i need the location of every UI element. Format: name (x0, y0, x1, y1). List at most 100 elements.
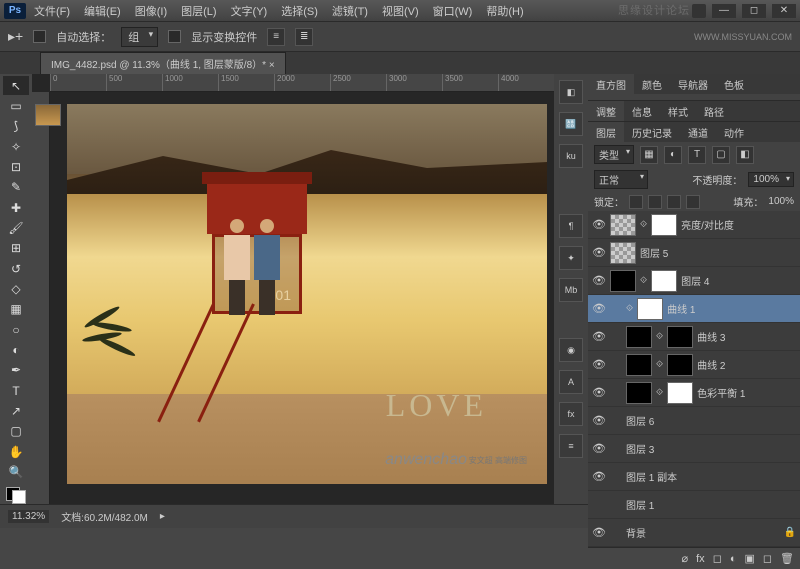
layer-row[interactable]: 👁 图层 6 (588, 407, 800, 435)
tab-swatches[interactable]: 色板 (716, 74, 752, 94)
layer-name[interactable]: 图层 1 副本 (626, 469, 796, 484)
zoom-tool[interactable]: 🔍 (3, 462, 29, 481)
mask-thumb[interactable] (667, 354, 693, 376)
maximize-button[interactable]: ◻ (742, 4, 766, 18)
pen-tool[interactable]: ✒ (3, 361, 29, 380)
wand-tool[interactable]: ✧ (3, 137, 29, 156)
stamp-tool[interactable]: ⊞ (3, 239, 29, 258)
layer-row[interactable]: 👁⟐亮度/对比度 (588, 211, 800, 239)
autoselect-dropdown[interactable]: 组 (121, 27, 158, 47)
layer-row[interactable]: 👁⟐曲线 3 (588, 323, 800, 351)
marquee-tool[interactable]: ▭ (3, 96, 29, 115)
brush-tool[interactable]: 🖌 (3, 218, 29, 237)
tab-styles[interactable]: 样式 (660, 101, 696, 121)
layer-row[interactable]: 图层 1 (588, 491, 800, 519)
minimize-button[interactable]: — (712, 4, 736, 18)
layer-name[interactable]: 曲线 3 (697, 329, 796, 344)
tab-layers[interactable]: 图层 (588, 122, 624, 142)
link-layers-icon[interactable]: ⌀ (682, 552, 689, 565)
gradient-tool[interactable]: ▦ (3, 300, 29, 319)
align-icon[interactable]: ≡ (267, 28, 285, 46)
panel-icon-1[interactable]: ◧ (559, 80, 583, 104)
panel-icon-5[interactable]: ✦ (559, 246, 583, 270)
visibility-icon[interactable]: 👁 (592, 274, 606, 287)
visibility-icon[interactable]: 👁 (592, 470, 606, 483)
mask-thumb[interactable] (667, 326, 693, 348)
panel-icon-2[interactable]: 🔠 (559, 112, 583, 136)
mask-thumb[interactable] (651, 270, 677, 292)
layer-name[interactable]: 曲线 1 (667, 301, 796, 316)
align-icon-2[interactable]: ≣ (295, 28, 313, 46)
history-brush-tool[interactable]: ↺ (3, 259, 29, 278)
visibility-icon[interactable]: 👁 (592, 246, 606, 259)
layer-name[interactable]: 色彩平衡 1 (697, 385, 796, 400)
filter-icon-1[interactable]: ▦ (640, 146, 658, 164)
tab-histogram[interactable]: 直方图 (588, 74, 634, 94)
visibility-icon[interactable]: 👁 (592, 218, 606, 231)
layer-row[interactable]: 👁⟐图层 4 (588, 267, 800, 295)
tab-adjustments[interactable]: 调整 (588, 101, 624, 121)
adjustment-layer-icon[interactable]: ◐ (730, 553, 737, 565)
opacity-input[interactable]: 100% (748, 172, 794, 187)
layer-name[interactable]: 图层 5 (640, 245, 796, 260)
panel-icon-4[interactable]: ¶ (559, 214, 583, 238)
crop-tool[interactable]: ⊡ (3, 157, 29, 176)
move-tool-icon[interactable]: ▸+ (8, 28, 23, 45)
blend-mode-dropdown[interactable]: 正常 (594, 170, 648, 189)
move-tool[interactable]: ↖ (3, 76, 29, 95)
menu-select[interactable]: 选择(S) (281, 3, 318, 19)
blur-tool[interactable]: ○ (3, 320, 29, 339)
layer-row[interactable]: 👁 图层 1 副本 (588, 463, 800, 491)
color-swatches[interactable] (6, 487, 26, 505)
menu-type[interactable]: 文字(Y) (231, 3, 268, 19)
layer-row[interactable]: 👁⟐曲线 2 (588, 351, 800, 379)
dodge-tool[interactable]: ◐ (3, 340, 29, 359)
layer-name[interactable]: 亮度/对比度 (681, 217, 796, 232)
panel-icon-9[interactable]: fx (559, 402, 583, 426)
layer-name[interactable]: 图层 1 (626, 497, 796, 512)
panel-icon-3[interactable]: ku (559, 144, 583, 168)
visibility-icon[interactable]: 👁 (592, 414, 606, 427)
status-arrow-icon[interactable]: ▸ (160, 511, 165, 522)
tab-color[interactable]: 颜色 (634, 74, 670, 94)
layer-name[interactable]: 图层 4 (681, 273, 796, 288)
layer-thumb[interactable] (626, 354, 652, 376)
filter-icon-5[interactable]: ◧ (736, 146, 754, 164)
menu-image[interactable]: 图像(I) (135, 3, 167, 19)
layer-name[interactable]: 曲线 2 (697, 357, 796, 372)
lock-all-icon[interactable] (686, 195, 700, 209)
tab-history[interactable]: 历史记录 (624, 122, 680, 142)
close-button[interactable]: ✕ (772, 4, 796, 18)
layer-name[interactable]: 图层 6 (626, 413, 796, 428)
eraser-tool[interactable]: ◇ (3, 279, 29, 298)
layer-mask-icon[interactable]: ◻ (713, 552, 722, 565)
lasso-tool[interactable]: ⟆ (3, 117, 29, 136)
menu-edit[interactable]: 编辑(E) (84, 3, 121, 19)
hand-tool[interactable]: ✋ (3, 442, 29, 461)
layer-row[interactable]: 👁图层 3 (588, 435, 800, 463)
menu-help[interactable]: 帮助(H) (486, 3, 523, 19)
lock-position-icon[interactable] (667, 195, 681, 209)
filter-icon-2[interactable]: ◐ (664, 146, 682, 164)
layer-thumb[interactable] (626, 326, 652, 348)
tab-channels[interactable]: 通道 (680, 122, 716, 142)
tab-info[interactable]: 信息 (624, 101, 660, 121)
filter-icon-3[interactable]: T (688, 146, 706, 164)
visibility-icon[interactable]: 👁 (592, 330, 606, 343)
layer-row[interactable]: 👁⟐色彩平衡 1 (588, 379, 800, 407)
layer-thumb[interactable] (610, 214, 636, 236)
eyedropper-tool[interactable]: ✎ (3, 178, 29, 197)
layer-fx-icon[interactable]: fx (696, 553, 705, 565)
layer-name[interactable]: 背景 (626, 525, 780, 540)
visibility-icon[interactable]: 👁 (592, 442, 606, 455)
lock-transparent-icon[interactable] (629, 195, 643, 209)
layer-thumb[interactable] (626, 382, 652, 404)
menu-filter[interactable]: 滤镜(T) (332, 3, 368, 19)
layer-thumb[interactable] (610, 242, 636, 264)
mask-thumb[interactable] (637, 298, 663, 320)
layer-row[interactable]: 👁⟐曲线 1 (588, 295, 800, 323)
tab-paths[interactable]: 路径 (696, 101, 732, 121)
layer-thumb[interactable] (610, 270, 636, 292)
panel-icon-10[interactable]: ≡ (559, 434, 583, 458)
layer-row[interactable]: 👁 图层 5 (588, 239, 800, 267)
